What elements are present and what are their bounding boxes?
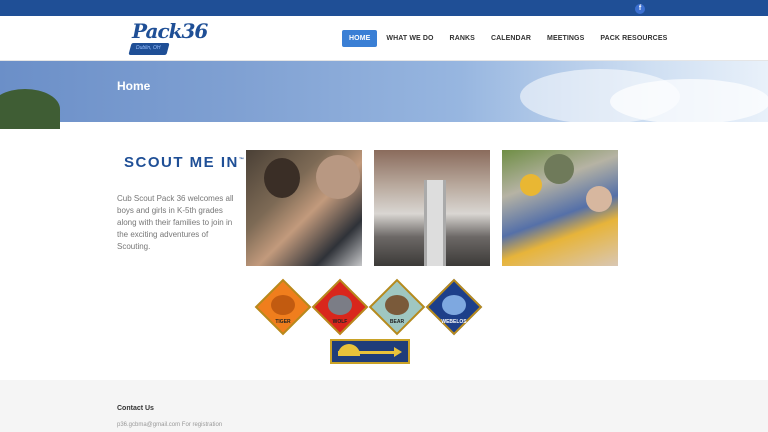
- logo-text: Pack36: [132, 19, 208, 43]
- nav-what-we-do[interactable]: WHAT WE DO: [379, 30, 440, 47]
- tiger-icon: [271, 295, 295, 315]
- top-bar: f: [0, 0, 768, 16]
- badge-bear[interactable]: BEAR: [368, 278, 426, 341]
- banner-tree: [0, 89, 60, 129]
- rank-badges: TIGER WOLF BEAR WEBELOS: [250, 278, 490, 341]
- arrow-icon: [394, 347, 402, 357]
- photo-face: [316, 155, 360, 199]
- main-nav: HOME WHAT WE DO RANKS CALENDAR MEETINGS …: [342, 30, 676, 47]
- badge-wolf[interactable]: WOLF: [311, 278, 369, 341]
- photo-derby-track: [374, 150, 490, 266]
- photo-child: [586, 186, 612, 212]
- bear-icon: [385, 295, 409, 315]
- nav-home[interactable]: HOME: [342, 30, 378, 47]
- trademark: ™: [238, 157, 246, 163]
- photo-hair: [264, 158, 300, 198]
- arrow-of-light-badge[interactable]: [330, 339, 410, 364]
- site-footer: Contact Us p36.gcbma@gmail.com For regis…: [0, 380, 768, 432]
- wolf-icon: [328, 295, 352, 315]
- badge-tiger[interactable]: TIGER: [254, 278, 312, 341]
- scout-title-text: SCOUT ME IN: [124, 154, 239, 171]
- badge-label-tiger: TIGER: [275, 319, 291, 325]
- scout-me-in-heading: SCOUT ME IN™: [124, 154, 245, 171]
- site-header: Pack36 Dublin, OH HOME WHAT WE DO RANKS …: [0, 16, 768, 61]
- photo-track: [424, 180, 446, 266]
- nav-ranks[interactable]: RANKS: [443, 30, 482, 47]
- nav-pack-resources[interactable]: PACK RESOURCES: [593, 30, 674, 47]
- sun-icon: [338, 344, 360, 356]
- contact-heading: Contact Us: [117, 405, 154, 412]
- facebook-icon[interactable]: f: [635, 4, 645, 14]
- badge-label-bear: BEAR: [389, 319, 405, 325]
- badge-label-wolf: WOLF: [332, 319, 348, 325]
- welcome-text: Cub Scout Pack 36 welcomes all boys and …: [117, 194, 234, 251]
- photo-leader: [544, 154, 574, 184]
- page-title: Home: [117, 79, 151, 93]
- nav-calendar[interactable]: CALENDAR: [484, 30, 538, 47]
- pack-logo[interactable]: Pack36 Dublin, OH: [128, 19, 208, 59]
- arrow-shaft: [338, 351, 398, 354]
- badge-webelos[interactable]: WEBELOS: [425, 278, 483, 341]
- logo-subtitle: Dublin, OH: [136, 45, 161, 51]
- page-banner: Home: [0, 61, 768, 129]
- photo-scouts-table: [502, 150, 618, 266]
- banner-cloud: [610, 79, 768, 124]
- contact-email[interactable]: p36.gcbma@gmail.com For registration: [117, 422, 222, 428]
- badge-label-webelos: WEBELOS: [441, 319, 467, 325]
- nav-meetings[interactable]: MEETINGS: [540, 30, 591, 47]
- photo-hat: [520, 174, 542, 196]
- fleur-de-lis-icon: [442, 295, 466, 315]
- photo-scout-craft: [246, 150, 362, 266]
